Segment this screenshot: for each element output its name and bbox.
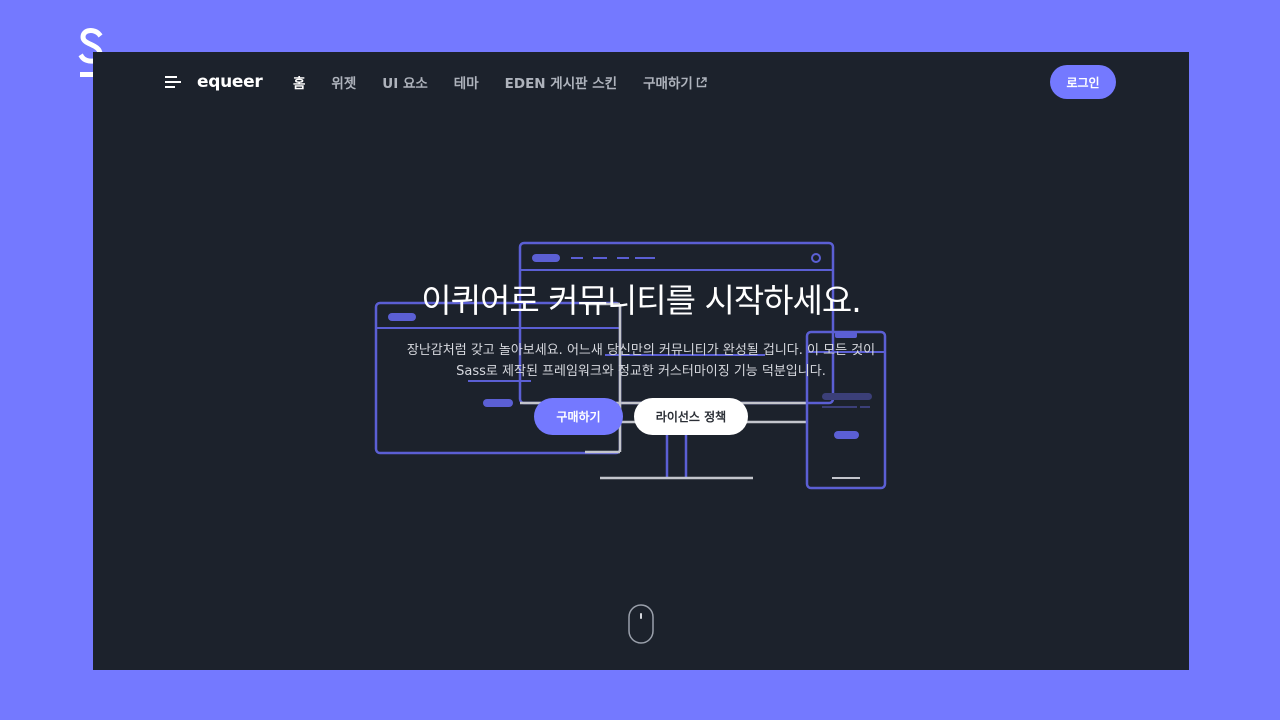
browser-viewport: equeer 홈 위젯 UI 요소 테마 EDEN 게시판 스킨 구매하기 로그… bbox=[93, 52, 1189, 670]
hero-description: 장난감처럼 갖고 놀아보세요. 어느새 당신만의 커뮤니티가 완성될 겁니다. … bbox=[293, 340, 989, 382]
hero-title: 이퀴어로 커뮤니티를 시작하세요. bbox=[421, 281, 862, 320]
nav-link-eden-board-skin[interactable]: EDEN 게시판 스킨 bbox=[505, 72, 617, 92]
login-button[interactable]: 로그인 bbox=[1050, 65, 1116, 99]
hamburger-menu-icon[interactable] bbox=[165, 75, 183, 89]
mouse-scroll-icon[interactable] bbox=[627, 603, 655, 645]
nav-link-widgets[interactable]: 위젯 bbox=[331, 72, 356, 92]
buy-button[interactable]: 구매하기 bbox=[534, 398, 623, 435]
nav-link-themes[interactable]: 테마 bbox=[454, 72, 479, 92]
nav-link-home[interactable]: 홈 bbox=[293, 72, 305, 92]
license-policy-button[interactable]: 라이선스 정책 bbox=[634, 398, 748, 435]
site-logo[interactable]: equeer bbox=[197, 70, 263, 94]
main-menu: 홈 위젯 UI 요소 테마 EDEN 게시판 스킨 구매하기 bbox=[293, 71, 733, 93]
nav-link-purchase-label: 구매하기 bbox=[643, 76, 693, 92]
top-navigation: equeer 홈 위젯 UI 요소 테마 EDEN 게시판 스킨 구매하기 로그… bbox=[93, 52, 1189, 112]
hero-description-line-1: 장난감처럼 갖고 놀아보세요. 어느새 당신만의 커뮤니티가 완성될 겁니다. … bbox=[406, 343, 876, 358]
nav-link-purchase[interactable]: 구매하기 bbox=[643, 72, 707, 92]
external-link-icon bbox=[696, 76, 707, 87]
nav-link-ui-elements[interactable]: UI 요소 bbox=[382, 72, 428, 92]
hero-description-line-2: Sass로 제작된 프레임워크와 정교한 커스터마이징 기능 덕분입니다. bbox=[456, 364, 826, 379]
